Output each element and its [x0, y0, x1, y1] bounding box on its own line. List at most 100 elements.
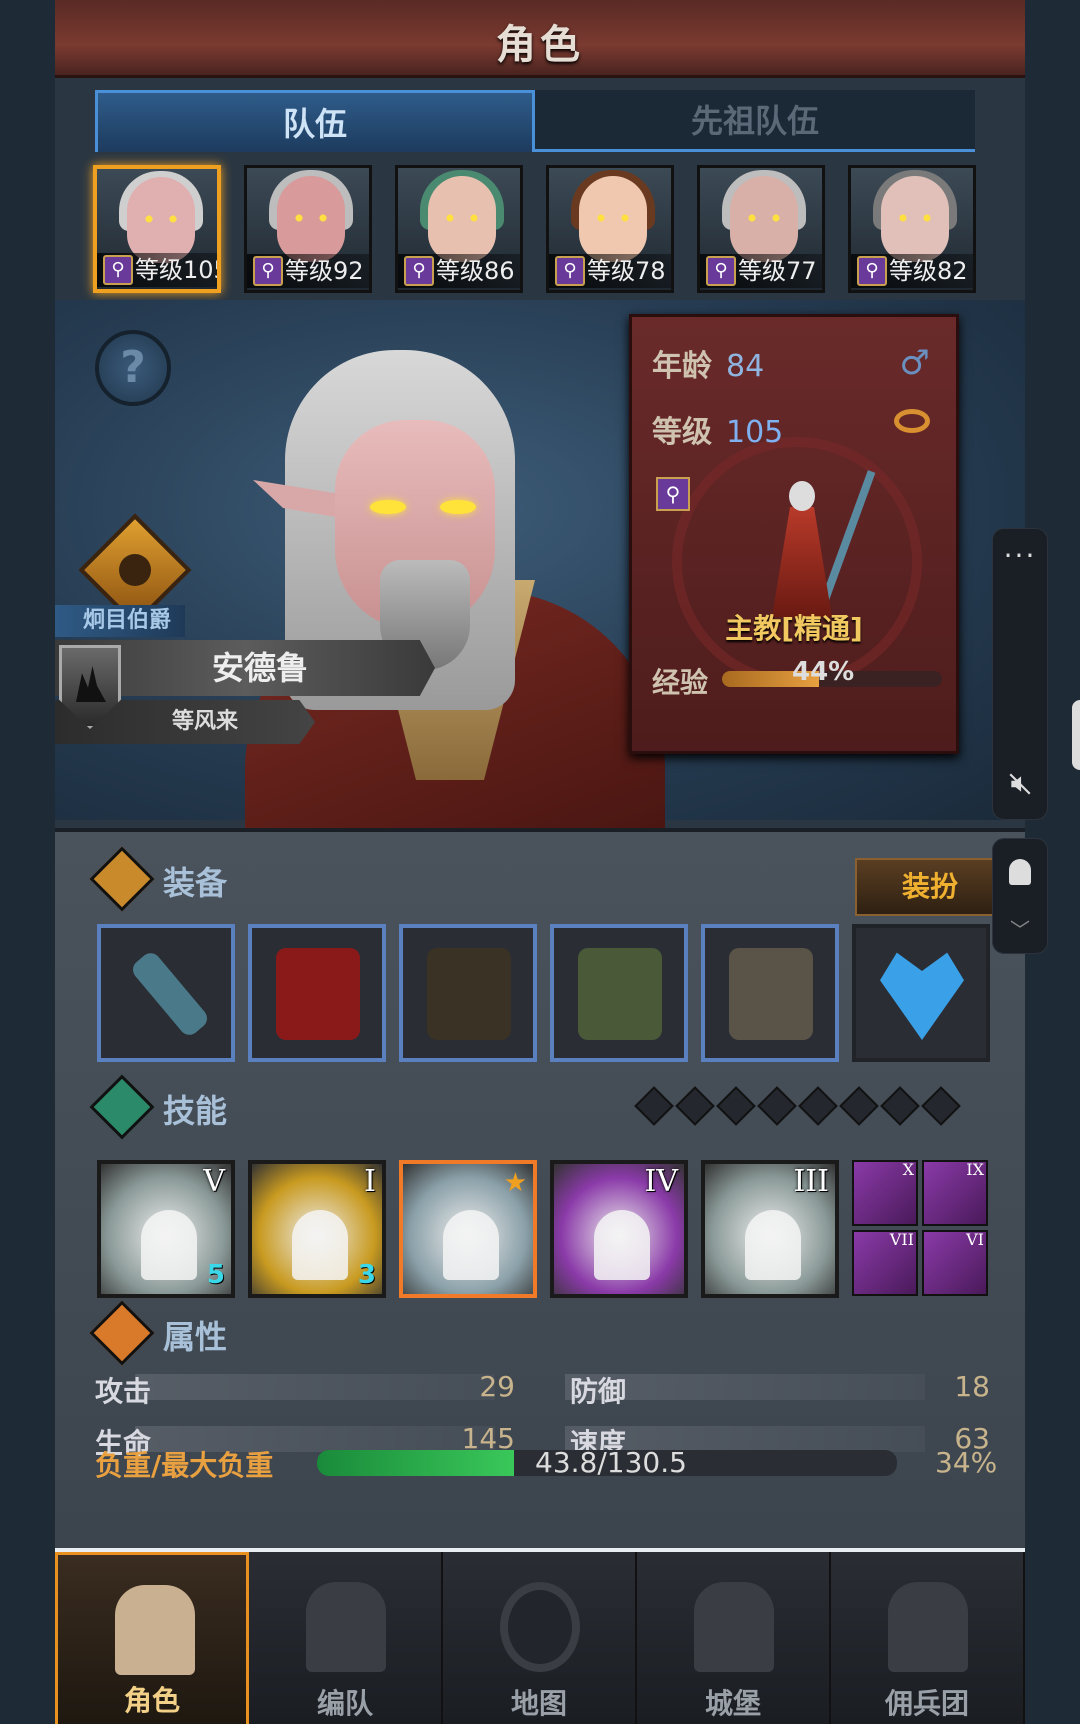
tunic-icon	[578, 948, 662, 1040]
cross-icon	[89, 846, 155, 912]
edge-handle[interactable]	[1072, 700, 1080, 770]
party-member-portrait[interactable]: 等级105 ⚲	[93, 165, 221, 293]
ring-icon[interactable]	[894, 409, 930, 433]
equipment-title: 装备	[163, 864, 228, 902]
page-title: 角色	[496, 22, 584, 68]
skill-rank: X	[902, 1160, 914, 1179]
boots-icon	[729, 948, 813, 1040]
attack-label: 攻击	[95, 1375, 152, 1408]
skill-pip	[716, 1086, 756, 1126]
class-icon: ⚲	[706, 256, 736, 286]
attack-value: 29	[479, 1370, 515, 1403]
class-icon: ⚲	[404, 256, 434, 286]
floating-toolbar-secondary: ﹀	[992, 838, 1048, 954]
skill-count: 5	[206, 1260, 225, 1290]
skill-pip	[675, 1086, 715, 1126]
skill-rank: I	[364, 1164, 376, 1199]
nav-knight[interactable]: 角色	[55, 1552, 249, 1724]
nav-helmet[interactable]: 编队	[249, 1552, 443, 1724]
class-icon: ⚲	[103, 255, 133, 285]
tab-team[interactable]: 队伍	[95, 90, 535, 152]
mini-skill-slot[interactable]: VI	[922, 1230, 988, 1296]
nav-label: 城堡	[704, 1687, 761, 1720]
skill-pip	[634, 1086, 674, 1126]
skill-rank: III	[793, 1164, 829, 1199]
mercenary-icon	[888, 1582, 968, 1672]
skill-pip	[880, 1086, 920, 1126]
bell-icon[interactable]	[1009, 859, 1031, 885]
defense-label: 防御	[570, 1375, 627, 1408]
level-label: 等级	[652, 415, 712, 450]
amulet-icon	[880, 952, 964, 1040]
class-icon: ⚲	[857, 256, 887, 286]
skill-slot[interactable]: ★	[399, 1160, 537, 1298]
skill-slot[interactable]: IV	[550, 1160, 688, 1298]
compass-icon	[500, 1582, 580, 1672]
skill-slot[interactable]: III	[701, 1160, 839, 1298]
exp-label: 经验	[652, 666, 709, 699]
skill-rank: V	[203, 1164, 225, 1199]
nav-compass[interactable]: 地图	[443, 1552, 637, 1724]
party-member-portrait[interactable]: 等级78 ⚲	[546, 165, 674, 293]
age-label: 年龄	[652, 349, 712, 384]
nav-label: 角色	[123, 1684, 180, 1717]
mute-icon[interactable]	[1007, 771, 1033, 797]
attributes-header: 属性	[89, 1300, 991, 1366]
star-icon	[89, 1074, 155, 1140]
life-label: 生命	[95, 1427, 152, 1460]
details-panel: 装备 装扮 技能 V 5 I 3 ★ IV III X IX VII VI 属性 攻击 29 防御 …	[55, 828, 1025, 1548]
life-value: 145	[461, 1422, 515, 1455]
character-art	[205, 330, 665, 830]
mini-skill-slot[interactable]: VII	[852, 1230, 918, 1296]
speed-value: 63	[954, 1422, 990, 1455]
party-member-portrait[interactable]: 等级82 ⚲	[848, 165, 976, 293]
skill-slot[interactable]: I3	[248, 1160, 386, 1298]
nav-castle[interactable]: 城堡	[637, 1552, 831, 1724]
castle-icon	[694, 1582, 774, 1672]
game-frame: 角色 队伍 先祖队伍 等级105 ⚲ 等级92 ⚲ 等级86 ⚲ 等级78 ⚲ 等级77 ⚲ 等级8…	[55, 0, 1025, 1724]
nav-label: 编队	[316, 1687, 373, 1720]
header: 角色	[55, 0, 1025, 78]
equipment-slot-staff[interactable]	[97, 924, 235, 1062]
question-icon[interactable]: ?	[95, 330, 171, 406]
mini-skill-grid: X IX VII VI	[852, 1160, 990, 1298]
tab-ancestor-team[interactable]: 先祖队伍	[535, 90, 975, 152]
class-icon: ⚲	[555, 256, 585, 286]
speed-label: 速度	[570, 1427, 627, 1460]
more-icon[interactable]: ···	[993, 542, 1047, 570]
skill-pip	[921, 1086, 961, 1126]
skill-pip	[757, 1086, 797, 1126]
star-icon: ★	[503, 1168, 527, 1198]
skill-pip	[839, 1086, 879, 1126]
party-member-portrait[interactable]: 等级86 ⚲	[395, 165, 523, 293]
age-row: 年龄 84	[652, 341, 764, 385]
equipment-slot-book[interactable]	[248, 924, 386, 1062]
party-member-portrait[interactable]: 等级77 ⚲	[697, 165, 825, 293]
skills-header: 技能	[89, 1074, 991, 1140]
male-icon: ♂	[899, 343, 930, 383]
mini-skill-slot[interactable]: X	[852, 1160, 918, 1226]
dress-button[interactable]: 装扮	[855, 858, 1005, 916]
equipment-slot-amulet[interactable]	[852, 924, 990, 1062]
skill-slot[interactable]: V5	[97, 1160, 235, 1298]
knight-icon	[115, 1585, 195, 1675]
defense-value: 18	[954, 1370, 990, 1403]
floating-toolbar: ···	[992, 528, 1048, 820]
equipment-slot-boots[interactable]	[701, 924, 839, 1062]
level-row: 等级 105	[652, 407, 783, 451]
hero-area: ? 炯目伯爵 安德鲁 等风来 年龄 84 ♂ 等级 105 ⚲ 主教[精通] 经…	[55, 300, 1025, 830]
team-tabs: 队伍 先祖队伍	[95, 90, 975, 152]
equipment-slot-hood[interactable]	[399, 924, 537, 1062]
skill-rank: VI	[966, 1230, 984, 1249]
nav-mercenary[interactable]: 佣兵团	[831, 1552, 1025, 1724]
party-member-portrait[interactable]: 等级92 ⚲	[244, 165, 372, 293]
mini-skill-slot[interactable]: IX	[922, 1160, 988, 1226]
nav-label: 佣兵团	[884, 1687, 969, 1720]
chevron-down-icon[interactable]: ﹀	[993, 914, 1047, 943]
staff-icon	[128, 949, 212, 1039]
skill-pip	[798, 1086, 838, 1126]
noble-title: 炯目伯爵	[55, 605, 185, 637]
class-name: 主教[精通]	[725, 612, 863, 645]
equipment-slot-tunic[interactable]	[550, 924, 688, 1062]
skill-pips	[627, 1086, 961, 1126]
